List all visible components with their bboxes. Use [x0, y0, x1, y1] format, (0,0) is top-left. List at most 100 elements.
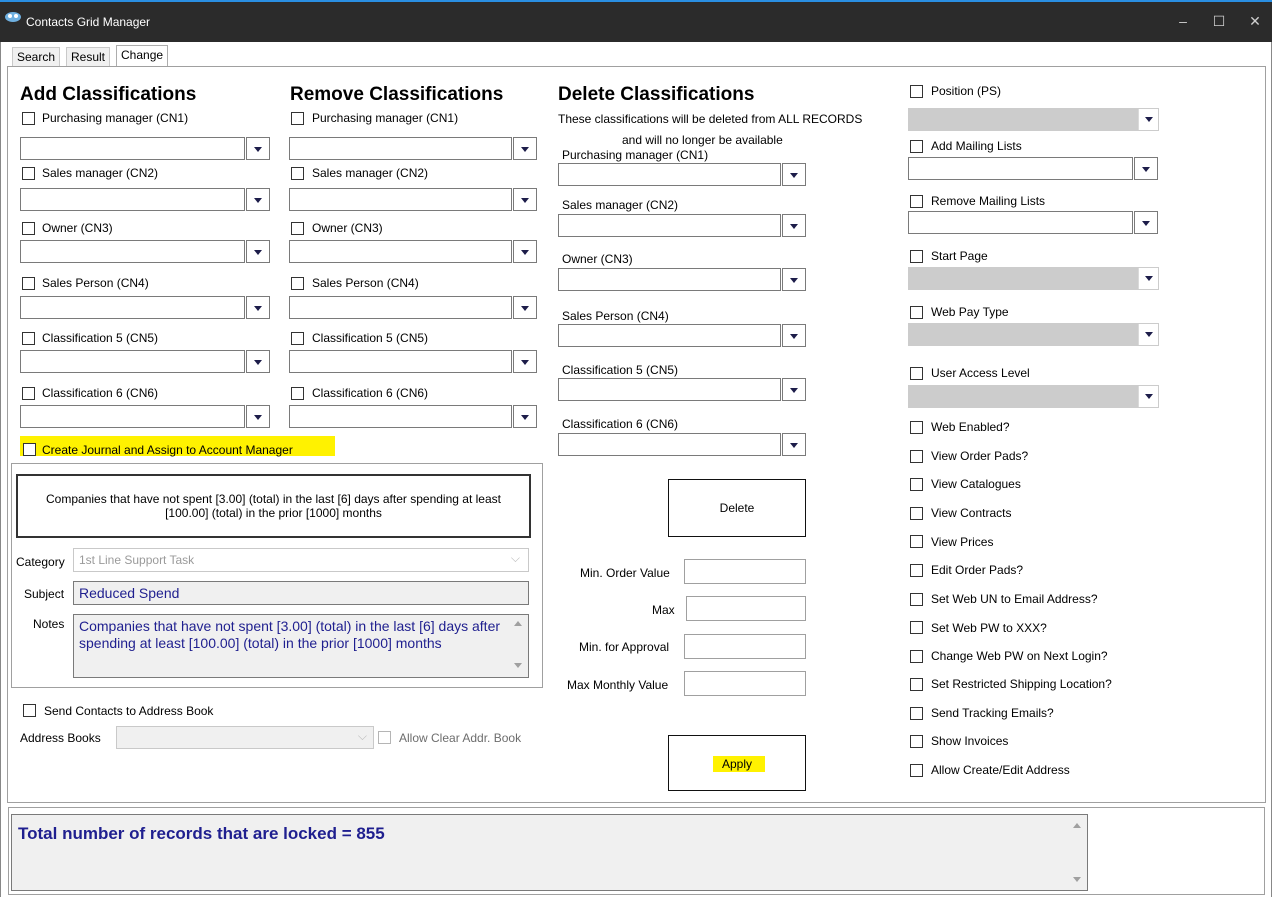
- remove-cn5-checkbox[interactable]: [291, 332, 304, 345]
- add-cn5-checkbox[interactable]: [22, 332, 35, 345]
- start-page-checkbox[interactable]: [910, 250, 923, 263]
- scroll-up-icon[interactable]: [514, 621, 522, 626]
- category-combo[interactable]: 1st Line Support Task ⌵: [73, 548, 529, 572]
- remove-cn2-checkbox[interactable]: [291, 167, 304, 180]
- delete-cn2-combo[interactable]: [558, 214, 807, 237]
- remove-cn1-combo[interactable]: [289, 137, 540, 160]
- min-order-value-input[interactable]: [684, 559, 806, 584]
- change-web-pw-checkbox[interactable]: [910, 650, 923, 663]
- delete-cn4-combo[interactable]: [558, 324, 807, 347]
- status-log[interactable]: Total number of records that are locked …: [11, 814, 1088, 891]
- edit-order-pads-label: Edit Order Pads?: [931, 563, 1024, 577]
- remove-cn1-checkbox[interactable]: [291, 112, 304, 125]
- max-input[interactable]: [686, 596, 806, 621]
- notes-value: Companies that have not spent [3.00] (to…: [79, 618, 501, 651]
- subject-label: Subject: [24, 587, 65, 601]
- edit-order-pads-checkbox[interactable]: [910, 564, 923, 577]
- add-mailing-lists-checkbox[interactable]: [910, 140, 923, 153]
- tab-change[interactable]: Change: [116, 45, 169, 67]
- remove-cn2-combo[interactable]: [289, 188, 540, 211]
- category-label: Category: [16, 555, 65, 569]
- remove-cn3-label: Owner (CN3): [312, 221, 383, 235]
- scroll-up-icon[interactable]: [1073, 823, 1081, 828]
- tab-search[interactable]: Search: [12, 47, 61, 67]
- add-cn6-combo[interactable]: [20, 405, 271, 428]
- add-cn4-checkbox[interactable]: [22, 277, 35, 290]
- add-cn4-combo[interactable]: [20, 296, 271, 319]
- status-scrollbar[interactable]: [1067, 815, 1087, 890]
- web-pay-type-combo[interactable]: [908, 323, 1159, 346]
- remove-cn3-combo[interactable]: [289, 240, 540, 263]
- journal-summary: Companies that have not spent [3.00] (to…: [16, 474, 531, 538]
- maximize-button[interactable]: ☐: [1204, 10, 1234, 34]
- remove-cn4-checkbox[interactable]: [291, 277, 304, 290]
- position-combo[interactable]: [908, 108, 1159, 131]
- close-button[interactable]: ✕: [1240, 10, 1270, 34]
- user-access-level-label: User Access Level: [931, 366, 1030, 380]
- min-for-approval-input[interactable]: [684, 634, 806, 659]
- show-invoices-checkbox[interactable]: [910, 735, 923, 748]
- delete-button[interactable]: Delete: [668, 479, 806, 537]
- create-journal-checkbox[interactable]: [23, 443, 36, 456]
- remove-cn6-combo[interactable]: [289, 405, 540, 428]
- set-web-pw-checkbox[interactable]: [910, 621, 923, 634]
- allow-create-edit-address-label: Allow Create/Edit Address: [931, 763, 1070, 777]
- delete-cn5-label: Classification 5 (CN5): [562, 363, 679, 377]
- add-cn3-combo[interactable]: [20, 240, 271, 263]
- remove-cn6-checkbox[interactable]: [291, 387, 304, 400]
- remove-mailing-lists-combo[interactable]: [908, 211, 1159, 234]
- add-cn6-checkbox[interactable]: [22, 387, 35, 400]
- add-cn1-checkbox[interactable]: [22, 112, 35, 125]
- user-access-level-checkbox[interactable]: [910, 367, 923, 380]
- remove-cn5-combo[interactable]: [289, 350, 540, 373]
- notes-field[interactable]: Companies that have not spent [3.00] (to…: [73, 614, 529, 678]
- max-monthly-value-input[interactable]: [684, 671, 806, 696]
- send-tracking-emails-checkbox[interactable]: [910, 707, 923, 720]
- address-books-combo[interactable]: ⌵: [116, 726, 374, 749]
- send-to-address-book-checkbox[interactable]: [23, 704, 36, 717]
- add-cn1-combo[interactable]: [20, 137, 271, 160]
- remove-cn1-label: Purchasing manager (CN1): [312, 111, 459, 125]
- delete-cn5-combo[interactable]: [558, 378, 807, 401]
- web-pay-type-checkbox[interactable]: [910, 306, 923, 319]
- scroll-down-icon[interactable]: [1073, 877, 1081, 882]
- add-cn3-checkbox[interactable]: [22, 222, 35, 235]
- remove-cn5-label: Classification 5 (CN5): [312, 331, 429, 345]
- minimize-button[interactable]: –: [1168, 10, 1198, 34]
- add-cn2-combo[interactable]: [20, 188, 271, 211]
- remove-cn2-label: Sales manager (CN2): [312, 166, 429, 180]
- allow-clear-checkbox[interactable]: [378, 731, 391, 744]
- max-label: Max: [652, 603, 675, 617]
- delete-cn3-combo[interactable]: [558, 268, 807, 291]
- delete-cn6-combo[interactable]: [558, 433, 807, 456]
- position-checkbox[interactable]: [910, 85, 923, 98]
- start-page-combo[interactable]: [908, 267, 1159, 290]
- set-web-un-checkbox[interactable]: [910, 593, 923, 606]
- add-cn2-checkbox[interactable]: [22, 167, 35, 180]
- restricted-shipping-checkbox[interactable]: [910, 678, 923, 691]
- user-access-level-combo[interactable]: [908, 385, 1159, 408]
- add-mailing-lists-combo[interactable]: [908, 157, 1159, 180]
- web-enabled-checkbox[interactable]: [910, 421, 923, 434]
- delete-cn1-combo[interactable]: [558, 163, 807, 186]
- subject-field[interactable]: Reduced Spend: [73, 581, 529, 605]
- web-enabled-label: Web Enabled?: [931, 420, 1010, 434]
- send-to-address-book-label: Send Contacts to Address Book: [44, 704, 214, 718]
- remove-cn4-combo[interactable]: [289, 296, 540, 319]
- delete-cn3-label: Owner (CN3): [562, 252, 633, 266]
- view-contracts-checkbox[interactable]: [910, 507, 923, 520]
- tab-result[interactable]: Result: [66, 47, 111, 67]
- scroll-down-icon[interactable]: [514, 663, 522, 668]
- delete-warning-line1: These classifications will be deleted fr…: [558, 112, 863, 126]
- add-cn5-combo[interactable]: [20, 350, 271, 373]
- apply-button[interactable]: Apply: [668, 735, 806, 791]
- remove-cn3-checkbox[interactable]: [291, 222, 304, 235]
- window-title: Contacts Grid Manager: [26, 15, 151, 29]
- allow-create-edit-address-checkbox[interactable]: [910, 764, 923, 777]
- notes-scrollbar[interactable]: [508, 615, 528, 677]
- remove-mailing-lists-checkbox[interactable]: [910, 195, 923, 208]
- view-prices-checkbox[interactable]: [910, 535, 923, 548]
- view-order-pads-checkbox[interactable]: [910, 450, 923, 463]
- send-tracking-emails-label: Send Tracking Emails?: [931, 706, 1054, 720]
- view-catalogues-checkbox[interactable]: [910, 478, 923, 491]
